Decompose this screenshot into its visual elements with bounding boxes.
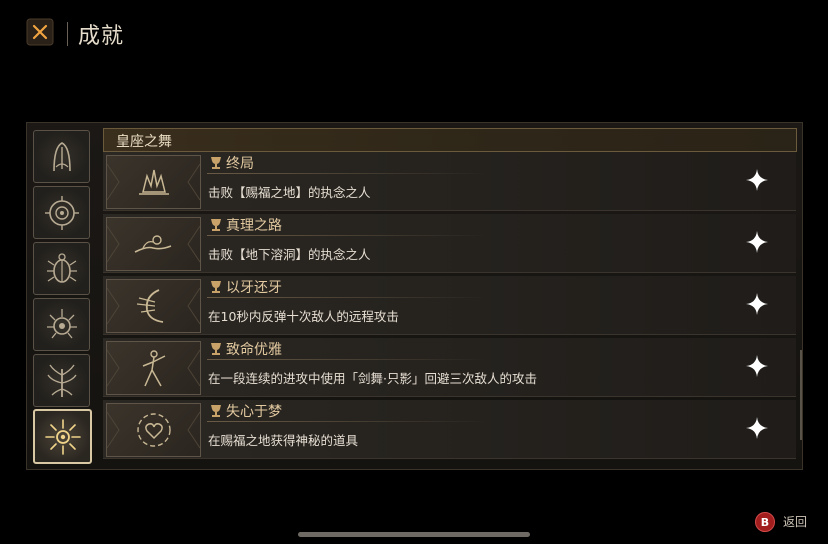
sparkle-star-icon bbox=[746, 231, 768, 253]
achievement-row[interactable]: 真理之路 击败【地下溶洞】的执念之人 bbox=[103, 214, 796, 273]
trophy-cup-icon bbox=[211, 281, 221, 293]
achievement-description: 击败【地下溶洞】的执念之人 bbox=[208, 247, 371, 262]
category-tab-2[interactable] bbox=[33, 186, 90, 239]
achievement-description: 在赐福之地获得神秘的道具 bbox=[208, 433, 359, 448]
trophy-cup-icon bbox=[211, 405, 221, 417]
tree-arch-icon bbox=[52, 141, 71, 171]
radiant-sun-icon bbox=[44, 418, 81, 455]
thorn-heart-icon bbox=[46, 308, 77, 338]
sparkle-star-icon bbox=[746, 355, 768, 377]
achievement-image bbox=[106, 217, 201, 271]
home-indicator bbox=[298, 532, 530, 537]
achievement-image bbox=[106, 155, 201, 209]
achievement-row[interactable]: 致命优雅 在一段连续的进攻中使用「剑舞·只影」回避三次敌人的攻击 bbox=[103, 338, 796, 397]
swirl-heart-icon bbox=[107, 411, 200, 449]
achievement-description: 在一段连续的进攻中使用「剑舞·只影」回避三次敌人的攻击 bbox=[208, 371, 537, 386]
name-divider bbox=[207, 235, 487, 236]
sparkle-star-icon bbox=[746, 417, 768, 439]
achievement-name: 以牙还牙 bbox=[226, 280, 282, 296]
dancer-icon bbox=[107, 349, 200, 387]
beetle-icon bbox=[46, 252, 77, 283]
scrollbar[interactable] bbox=[800, 350, 802, 440]
name-divider bbox=[207, 359, 487, 360]
achievement-row[interactable]: 失心于梦 在赐福之地获得神秘的道具 bbox=[103, 400, 796, 459]
achievements-screen: 成就 皇座之舞 终局 击败【赐福之地】的执念之人 真理之路 击败【地下溶洞】的执… bbox=[0, 0, 828, 544]
category-tab-3[interactable] bbox=[33, 242, 90, 295]
sparkle-star-icon bbox=[746, 169, 768, 191]
achievement-description: 在10秒内反弹十次敌人的远程攻击 bbox=[208, 309, 399, 324]
flame-tree-icon bbox=[46, 364, 77, 397]
section-header: 皇座之舞 bbox=[103, 128, 797, 152]
throne-crown-icon bbox=[107, 163, 200, 201]
category-tab-1[interactable] bbox=[33, 130, 90, 183]
achievement-image bbox=[106, 341, 201, 395]
achievement-image bbox=[106, 279, 201, 333]
achievement-name: 真理之路 bbox=[226, 218, 282, 234]
back-button-icon[interactable]: B bbox=[755, 512, 775, 532]
achievement-name: 失心于梦 bbox=[226, 404, 282, 420]
page-title: 成就 bbox=[78, 24, 125, 49]
trophy-cup-icon bbox=[211, 157, 221, 169]
achievement-description: 击败【赐福之地】的执念之人 bbox=[208, 185, 371, 200]
achievement-row[interactable]: 以牙还牙 在10秒内反弹十次敌人的远程攻击 bbox=[103, 276, 796, 335]
achievement-name: 致命优雅 bbox=[226, 342, 282, 358]
section-title: 皇座之舞 bbox=[116, 134, 172, 150]
category-tab-5[interactable] bbox=[33, 354, 90, 407]
name-divider bbox=[207, 421, 487, 422]
name-divider bbox=[207, 297, 487, 298]
close-button[interactable] bbox=[26, 18, 54, 46]
achievement-row[interactable]: 终局 击败【赐福之地】的执念之人 bbox=[103, 152, 796, 211]
achievement-image bbox=[106, 403, 201, 457]
back-label[interactable]: 返回 bbox=[783, 513, 807, 530]
close-x-icon bbox=[26, 18, 54, 46]
name-divider bbox=[207, 173, 487, 174]
header-divider bbox=[67, 22, 68, 46]
achievement-name: 终局 bbox=[226, 156, 254, 172]
category-tab-4[interactable] bbox=[33, 298, 90, 351]
crawling-figure-icon bbox=[107, 225, 200, 263]
crescent-strike-icon bbox=[107, 287, 200, 325]
trophy-cup-icon bbox=[211, 219, 221, 231]
ring-eye-icon bbox=[44, 195, 79, 230]
category-tab-6[interactable] bbox=[33, 409, 92, 464]
trophy-cup-icon bbox=[211, 343, 221, 355]
sparkle-star-icon bbox=[746, 293, 768, 315]
